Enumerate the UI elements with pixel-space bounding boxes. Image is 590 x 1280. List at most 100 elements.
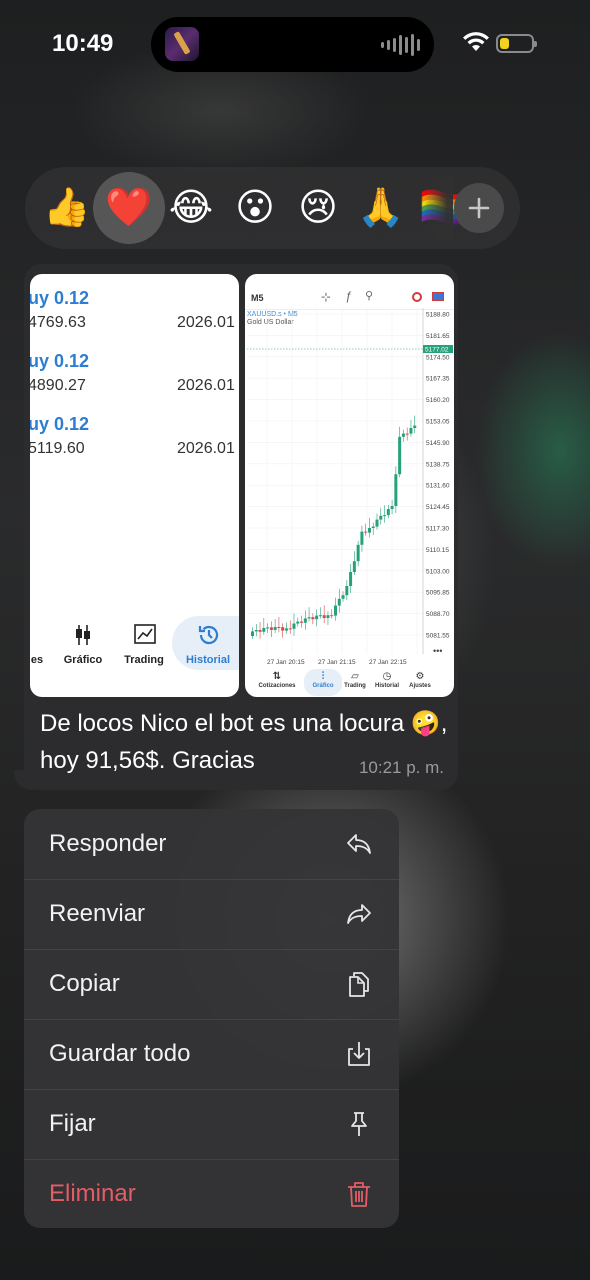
candle [303,618,307,623]
candle [334,605,337,616]
pin-icon [351,1112,367,1136]
candles-icon [76,625,90,645]
screenshot-trade-history[interactable]: uy 0.12 4769.63 2026.01 uy 0.12 4890.27 … [30,274,239,697]
candle [330,615,334,617]
copy-icon [349,972,369,997]
candle [315,615,319,620]
candle [360,531,364,545]
candle [349,572,353,586]
candle [254,630,258,632]
y-tick-label: 5153.05 [426,419,450,426]
battery-icon [496,34,537,53]
candle [266,627,270,629]
tab-chart: Gráfico [58,612,108,672]
candle [383,515,387,517]
candle [341,595,345,599]
candle [409,428,413,434]
menu-item-delete[interactable]: Eliminar [24,1159,399,1228]
candle [277,627,281,628]
context-menu: Responder Reenviar Copiar Guardar todo F… [24,809,399,1228]
reaction-crying[interactable]: 😢 [294,188,342,228]
app-tab-bar: es Gráfico Trading Historial [30,612,239,682]
menu-item-save-all[interactable]: Guardar todo [24,1019,399,1089]
trade-row: uy 0.12 5119.60 2026.01 [30,414,235,457]
save-icon [348,1042,370,1066]
y-tick-label: 5110.15 [426,547,449,554]
y-tick-label: 5174.50 [426,354,450,361]
history-clock-icon [198,625,219,645]
candle [394,474,398,506]
reply-icon [347,834,371,854]
candle [398,436,402,475]
message-timestamp: 10:21 p. m. [358,758,444,777]
x-tick-label: 27 Jan 22:15 [369,659,407,666]
tab-settings: ⚙ Ajustes [400,671,440,689]
x-tick-label: 27 Jan 20:15 [267,659,305,666]
candle [356,544,360,562]
y-tick-label: 5081.55 [426,633,450,640]
wifi-icon [463,32,489,51]
candle [288,628,292,630]
candlestick-chart: 5188.80 5181.65 5174.50 5167.35 5160.20 5153.… [247,308,453,666]
candle [281,627,285,631]
y-tick-label: 5167.35 [426,376,450,383]
x-tick-label: 27 Jan 21:15 [318,659,356,666]
tab-quotes: ⇅ Cotizaciones [258,671,296,689]
menu-item-pin[interactable]: Fijar [24,1089,399,1159]
menu-item-forward[interactable]: Reenviar [24,879,399,949]
reaction-heart[interactable]: ❤️ [105,188,153,228]
candle [390,506,394,509]
candle [258,630,262,632]
candle [251,631,254,636]
candle [269,627,273,630]
chart-app-tab-bar: ⇅ Cotizaciones ⫶ Gráfico ▱ Trading ◷ Histori… [257,669,452,697]
candle [284,628,288,631]
trend-chart-icon [134,624,156,644]
tab-trading: Trading [118,612,170,672]
trade-row: uy 0.12 4890.27 2026.01 [30,351,235,394]
trash-icon [348,1182,370,1207]
y-tick-label: 5117.30 [426,526,449,533]
candle [337,598,341,606]
candle [371,526,375,528]
screenshot-price-chart[interactable]: M5 ⊹ ƒ ⚲ XAUUSD.s • M5 Gold US Dollar 51… [245,274,454,697]
message-bubble[interactable]: uy 0.12 4769.63 2026.01 uy 0.12 4890.27 … [24,264,458,790]
now-playing-artwork [165,27,199,61]
menu-item-copy[interactable]: Copiar [24,949,399,1019]
y-tick-label: 5088.70 [426,611,450,618]
reaction-laughing[interactable]: 😂 [167,188,215,228]
candle [413,425,417,428]
y-tick-label: 5138.75 [426,461,450,468]
y-tick-label: 5160.20 [426,397,450,404]
reaction-thumbs-up[interactable]: 👍 [43,188,91,228]
candle [311,617,315,620]
candle [322,615,326,618]
candle [386,509,390,516]
menu-item-reply[interactable]: Responder [24,809,399,879]
forward-icon [347,904,371,924]
quotes-icon: ⇅ [272,671,282,682]
candle [367,528,371,533]
candle [262,628,266,632]
candle [307,617,311,619]
candle [379,515,383,520]
more-icon: ••• [433,646,442,656]
candle [405,433,409,435]
candle [318,615,322,617]
y-tick-label: 5103.00 [426,568,450,575]
reaction-surprised[interactable]: 😮 [231,188,279,228]
dynamic-island[interactable] [151,17,434,72]
reaction-bar: 👍 ❤️ 😂 😮 😢 🙏 🏳️‍🌈 [25,167,520,249]
y-tick-label: 5145.90 [426,440,450,447]
reaction-pray[interactable]: 🙏 [357,188,405,228]
y-tick-label: 5124.45 [426,504,450,511]
y-tick-label: 5181.65 [426,333,450,340]
candle [292,623,296,629]
candle [326,615,330,618]
candle [296,621,300,624]
candle [345,586,349,596]
y-tick-label: 5188.80 [426,312,450,319]
plus-icon [468,197,490,219]
y-tick-label: 5095.85 [426,590,450,597]
more-reactions-button[interactable] [454,183,504,233]
